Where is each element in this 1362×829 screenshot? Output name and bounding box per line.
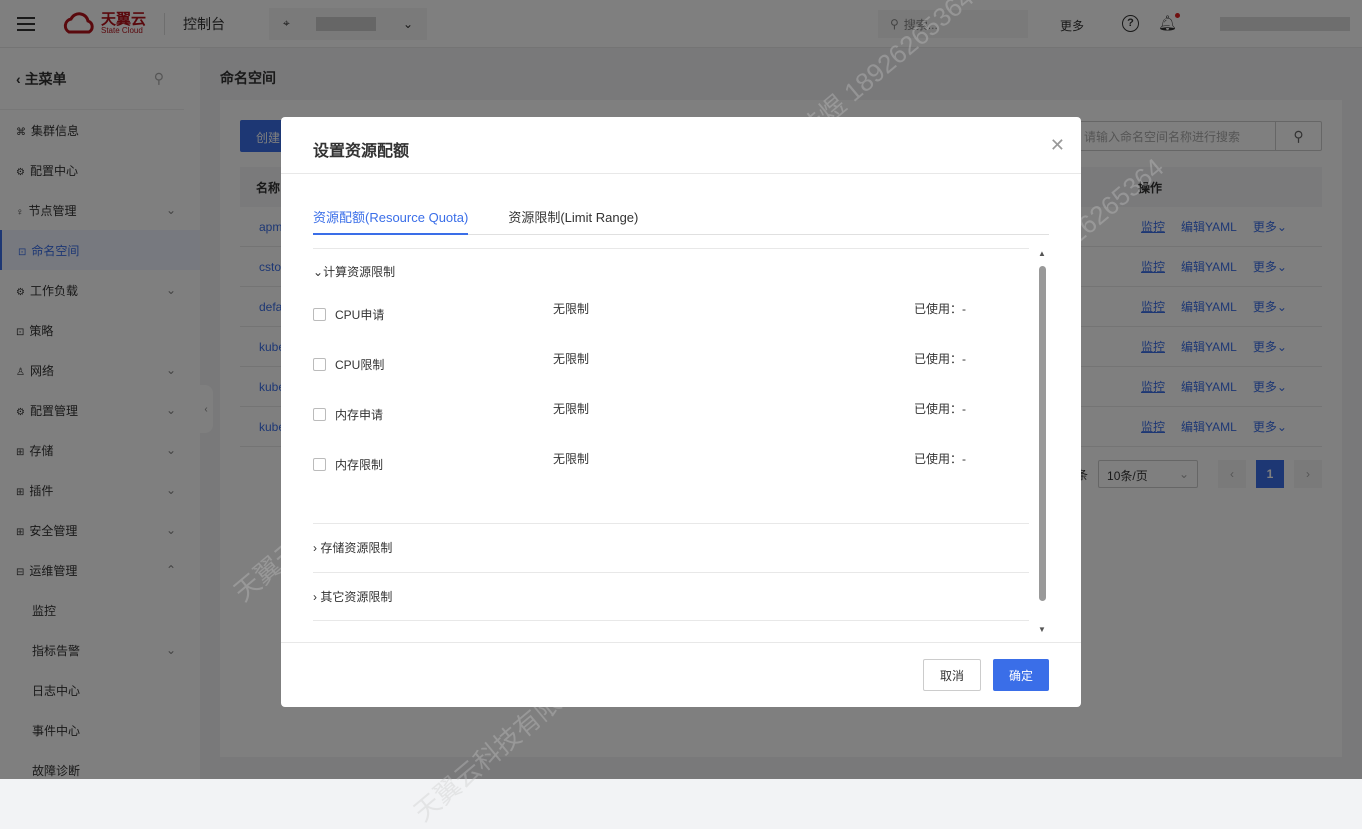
tabs: 资源配额(Resource Quota) 资源限制(Limit Range) xyxy=(313,205,1049,235)
tab-resource-quota[interactable]: 资源配额(Resource Quota) xyxy=(313,205,469,235)
quota-row: 内存限制 无限制 已使用：- xyxy=(313,452,1029,474)
section-title: 计算资源限制 xyxy=(323,265,396,279)
quota-used: 已使用：- xyxy=(914,402,966,416)
dialog-title: 设置资源配额 xyxy=(313,143,410,160)
quota-row: CPU限制 无限制 已使用：- xyxy=(313,352,1029,374)
quota-row: 内存申请 无限制 已使用：- xyxy=(313,402,1029,424)
scrollbar-thumb[interactable] xyxy=(1039,266,1046,601)
divider xyxy=(281,642,1081,643)
section-title: 其它资源限制 xyxy=(320,590,393,604)
close-icon[interactable]: ✕ xyxy=(1050,135,1065,156)
confirm-button[interactable]: 确定 xyxy=(992,659,1049,691)
chevron-down-icon: ⌄ xyxy=(313,264,324,279)
quota-limit: 无限制 xyxy=(553,352,590,366)
quota-checkbox[interactable] xyxy=(313,457,326,471)
quota-name: 内存限制 xyxy=(335,457,384,472)
scrollbar[interactable]: ▲ ▼ xyxy=(1037,249,1047,634)
divider xyxy=(281,173,1081,174)
quota-limit: 无限制 xyxy=(553,302,590,316)
quota-name: 内存申请 xyxy=(335,407,384,422)
quota-limit: 无限制 xyxy=(553,452,590,466)
quota-checkbox[interactable] xyxy=(313,357,326,371)
section-storage[interactable]: › 存储资源限制 xyxy=(313,523,1029,571)
quota-used: 已使用：- xyxy=(914,302,966,316)
chevron-right-icon: › xyxy=(313,540,321,555)
quota-limit: 无限制 xyxy=(553,402,590,416)
section-title: 存储资源限制 xyxy=(320,541,393,555)
cancel-button[interactable]: 取消 xyxy=(922,659,981,691)
section-other[interactable]: › 其它资源限制 xyxy=(313,572,1029,621)
quota-row: CPU申请 无限制 已使用：- xyxy=(313,302,1029,324)
section-compute[interactable]: ⌄ 计算资源限制 xyxy=(313,248,1029,294)
quota-used: 已使用：- xyxy=(914,452,966,466)
quota-used: 已使用：- xyxy=(914,352,966,366)
quota-checkbox[interactable] xyxy=(313,307,326,321)
quota-name: CPU限制 xyxy=(335,357,385,372)
tab-limit-range[interactable]: 资源限制(Limit Range) xyxy=(508,205,638,235)
resource-quota-dialog: 设置资源配额 ✕ 资源配额(Resource Quota) 资源限制(Limit… xyxy=(281,117,1081,707)
quota-name: CPU申请 xyxy=(335,307,385,322)
chevron-right-icon: › xyxy=(313,589,321,604)
quota-checkbox[interactable] xyxy=(313,407,326,421)
